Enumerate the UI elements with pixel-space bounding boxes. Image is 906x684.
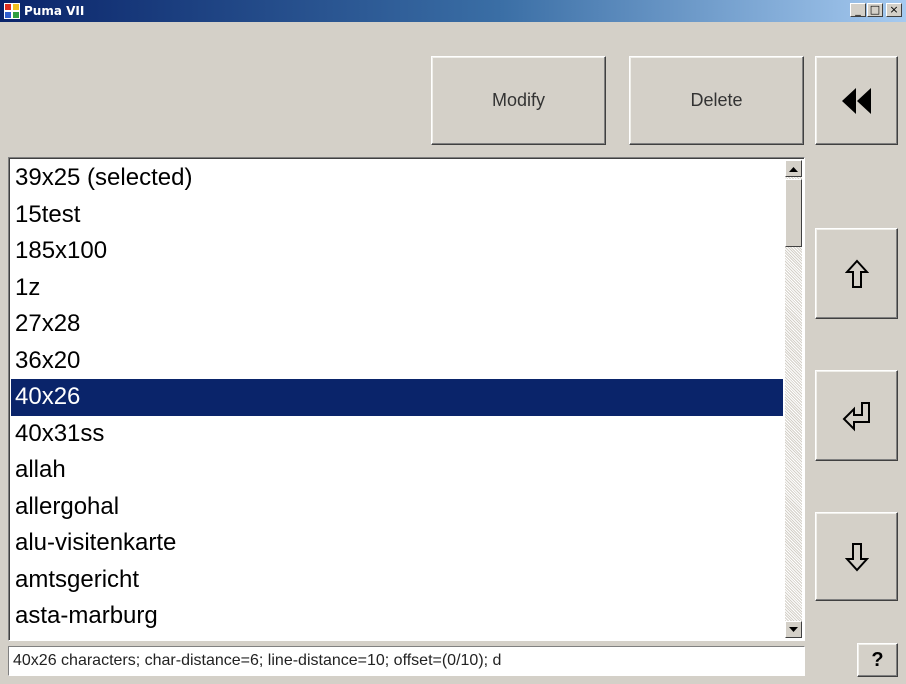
list-item[interactable]: 27x28 [11,306,783,343]
list-item[interactable]: AVERy99 1x42 3 [11,635,783,641]
list-item[interactable]: allergohal [11,489,783,526]
help-button[interactable]: ? [857,643,898,677]
list-item[interactable]: amtsgericht [11,562,783,599]
vertical-scrollbar[interactable] [785,160,802,638]
status-text: 40x26 characters; char-distance=6; line-… [8,646,805,676]
delete-button-label: Delete [690,90,743,110]
list-item[interactable]: 185x100 [11,233,783,270]
item-listbox[interactable]: 39x25 (selected) 15test 185x100 1z 27x28 36x2… [8,157,805,641]
double-left-arrow-icon [841,87,871,114]
list-item[interactable]: allah [11,452,783,489]
modify-button-label: Modify [491,90,545,110]
list-item[interactable]: 40x31ss [11,416,783,453]
back-button[interactable] [815,56,898,145]
enter-arrow-icon [842,401,870,431]
app-icon [4,3,20,19]
scroll-thumb[interactable] [785,179,802,247]
enter-button[interactable] [815,370,898,461]
scroll-up-arrow-icon [789,166,798,172]
minimize-button[interactable]: _ [850,3,866,17]
move-down-button[interactable] [815,512,898,601]
maximize-button[interactable]: □ [867,3,883,17]
delete-button[interactable]: Delete [629,56,804,145]
window-title: Puma VII [24,4,85,18]
app-window: Puma VII _ □ × Modify Delete 39x25 (sele… [0,0,906,684]
list-item[interactable]: 15test [11,197,783,234]
list-items: 39x25 (selected) 15test 185x100 1z 27x28 36x2… [11,160,783,641]
up-arrow-icon [844,259,869,288]
help-button-label: ? [871,648,884,671]
list-item-selected[interactable]: 40x26 [11,379,783,416]
close-button[interactable]: × [886,3,902,17]
scroll-down-button[interactable] [785,621,802,638]
modify-button[interactable]: Modify [431,56,606,145]
list-item[interactable]: alu-visitenkarte [11,525,783,562]
move-up-button[interactable] [815,228,898,319]
down-arrow-icon [844,542,869,571]
scroll-down-arrow-icon [789,626,798,632]
title-bar[interactable]: Puma VII _ □ × [0,0,906,22]
scroll-up-button[interactable] [785,160,802,177]
list-item[interactable]: 36x20 [11,343,783,380]
list-item[interactable]: 1z [11,270,783,307]
list-item[interactable]: 39x25 (selected) [11,160,783,197]
list-item[interactable]: asta-marburg [11,598,783,635]
